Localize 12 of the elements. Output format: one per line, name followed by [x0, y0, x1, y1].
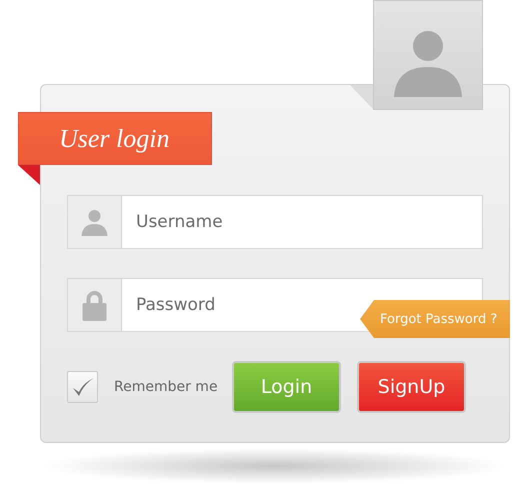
check-icon: [70, 376, 94, 398]
ribbon-fold-icon: [18, 165, 40, 185]
lock-icon: [67, 278, 122, 332]
login-button[interactable]: Login: [232, 361, 341, 413]
fold-icon: [350, 85, 374, 110]
username-field[interactable]: Username: [122, 195, 483, 249]
remember-checkbox[interactable]: [67, 371, 98, 403]
forgot-password-tooltip[interactable]: Forgot Password ?: [360, 300, 510, 338]
user-icon: [67, 195, 122, 249]
signup-button[interactable]: SignUp: [357, 361, 466, 413]
remember-label: Remember me: [114, 379, 219, 395]
title-ribbon: User login: [18, 112, 212, 165]
